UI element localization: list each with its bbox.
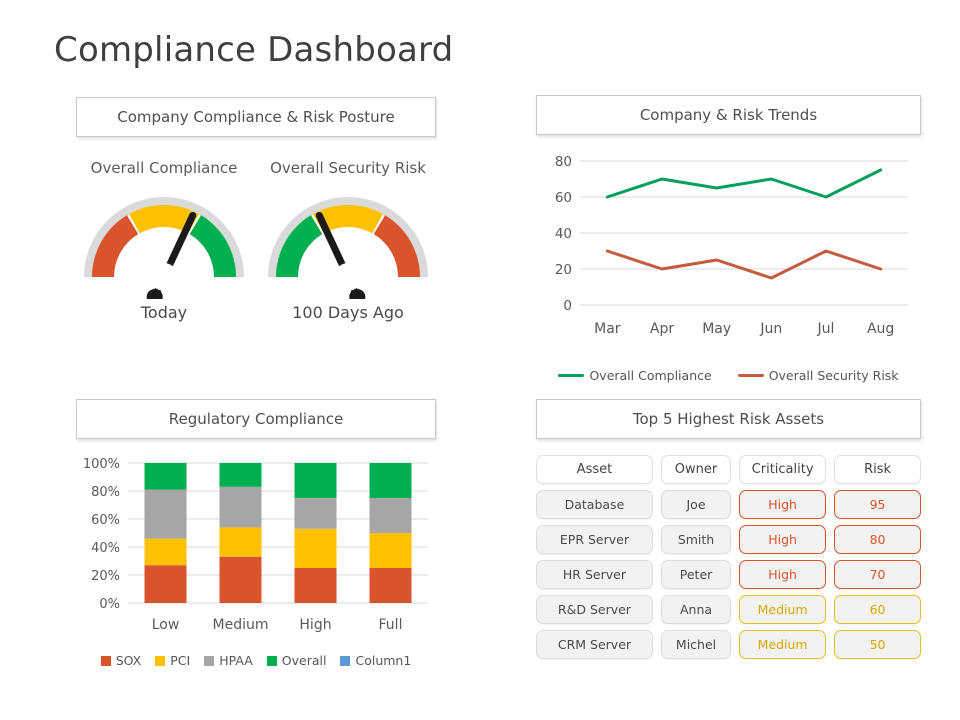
line-chart-legend: Overall Compliance Overall Security Risk	[536, 368, 921, 383]
legend-swatch	[155, 655, 166, 666]
svg-text:Medium: Medium	[213, 617, 269, 633]
legend-item: HPAA	[204, 653, 253, 668]
svg-text:60%: 60%	[91, 513, 120, 528]
panel-top-risk-assets: Top 5 Highest Risk Assets Asset Owner Crit…	[536, 399, 921, 659]
cell-risk[interactable]: 95	[834, 490, 921, 519]
cell-owner[interactable]: Peter	[660, 560, 732, 589]
legend-swatch	[204, 655, 215, 666]
legend-item: Overall	[266, 653, 327, 668]
gauge-dial	[268, 197, 428, 299]
cell-owner[interactable]: Michel	[660, 630, 732, 659]
legend-item: SOX	[100, 653, 142, 668]
risk-assets-table: Asset Owner Criticality Risk Database Joe High…	[536, 455, 921, 659]
table-row[interactable]: HR Server Peter High 70	[536, 560, 921, 589]
cell-asset[interactable]: Database	[536, 490, 653, 519]
svg-text:40%: 40%	[91, 541, 120, 556]
legend-item: PCI	[155, 653, 190, 668]
legend-label: Column1	[355, 653, 412, 668]
bar-chart-wrap: 0% 20% 40% 60% 80% 100% Low Medium High Full SOX P…	[76, 453, 436, 668]
legend-item: Overall Security Risk	[737, 368, 899, 383]
legend-swatch	[737, 374, 764, 377]
cell-criticality[interactable]: High	[739, 525, 827, 554]
svg-text:Apr: Apr	[650, 321, 674, 337]
cell-criticality[interactable]: High	[739, 490, 827, 519]
svg-text:Jul: Jul	[817, 321, 835, 337]
cell-risk[interactable]: 60	[834, 595, 921, 624]
cell-criticality[interactable]: Medium	[739, 630, 827, 659]
panel-regulatory-compliance: Regulatory Compliance 0% 20% 40% 60% 80% 100%…	[76, 399, 436, 668]
page-title: Compliance Dashboard	[54, 30, 454, 70]
table-column-header[interactable]: Criticality	[739, 455, 827, 484]
svg-text:100%: 100%	[83, 457, 120, 472]
table-header-row: Asset Owner Criticality Risk	[536, 455, 921, 484]
legend-label: Overall Security Risk	[768, 368, 899, 383]
svg-text:60: 60	[555, 190, 572, 206]
legend-label: SOX	[115, 653, 142, 668]
cell-asset[interactable]: HR Server	[536, 560, 653, 589]
svg-text:80: 80	[555, 154, 572, 170]
table-column-header[interactable]: Asset	[536, 455, 653, 484]
legend-item: Overall Compliance	[558, 368, 712, 383]
svg-text:40: 40	[555, 226, 572, 242]
svg-text:Aug: Aug	[867, 321, 894, 337]
bar-chart-legend: SOX PCI HPAA Overall Column1	[76, 653, 436, 668]
cell-owner[interactable]: Anna	[660, 595, 732, 624]
cell-risk[interactable]: 50	[834, 630, 921, 659]
legend-label: HPAA	[219, 653, 253, 668]
svg-text:Full: Full	[379, 617, 403, 633]
panel-compliance-risk-posture: Company Compliance & Risk Posture Overal…	[76, 97, 436, 322]
legend-swatch	[100, 655, 111, 666]
legend-swatch	[340, 655, 351, 666]
cell-asset[interactable]: R&D Server	[536, 595, 653, 624]
gauge-title: Overall Security Risk	[270, 159, 426, 177]
stacked-bar-chart: 0% 20% 40% 60% 80% 100% Low Medium High Full	[83, 457, 428, 633]
panel-header-assets: Top 5 Highest Risk Assets	[536, 399, 921, 439]
svg-text:0: 0	[563, 298, 572, 314]
gauge-footer: 100 Days Ago	[292, 303, 404, 322]
svg-text:80%: 80%	[91, 485, 120, 500]
svg-text:0%: 0%	[99, 597, 120, 612]
legend-label: PCI	[170, 653, 191, 668]
svg-text:20%: 20%	[91, 569, 120, 584]
table-row[interactable]: R&D Server Anna Medium 60	[536, 595, 921, 624]
svg-text:High: High	[299, 617, 331, 633]
table-row[interactable]: EPR Server Smith High 80	[536, 525, 921, 554]
cell-risk[interactable]: 80	[834, 525, 921, 554]
table-column-header[interactable]: Owner	[660, 455, 732, 484]
cell-criticality[interactable]: Medium	[739, 595, 827, 624]
gauge-overall-compliance: Overall Compliance Today	[80, 159, 248, 322]
table-row[interactable]: Database Joe High 95	[536, 490, 921, 519]
line-chart-wrap: 0 20 40 60 80 Mar Apr May Jun Jul Aug Overall Comp…	[536, 147, 921, 383]
cell-owner[interactable]: Smith	[660, 525, 732, 554]
cell-asset[interactable]: EPR Server	[536, 525, 653, 554]
gauge-title: Overall Compliance	[90, 159, 238, 177]
panel-header-regulatory: Regulatory Compliance	[76, 399, 436, 439]
line-chart: 0 20 40 60 80 Mar Apr May Jun Jul Aug	[555, 154, 908, 337]
gauge-row: Overall Compliance Today Overall Securit…	[76, 159, 436, 322]
legend-label: Overall Compliance	[589, 368, 712, 383]
svg-text:Low: Low	[152, 617, 180, 633]
gauge-footer: Today	[140, 303, 188, 322]
table-column-header[interactable]: Risk	[834, 455, 921, 484]
legend-label: Overall	[281, 653, 327, 668]
cell-criticality[interactable]: High	[739, 560, 827, 589]
panel-header-posture: Company Compliance & Risk Posture	[76, 97, 436, 137]
svg-text:Jun: Jun	[759, 321, 782, 337]
panel-company-risk-trends: Company & Risk Trends 0 20 40 60 80 Mar Apr May…	[536, 95, 921, 383]
svg-text:May: May	[702, 321, 731, 337]
cell-owner[interactable]: Joe	[660, 490, 732, 519]
svg-text:20: 20	[555, 262, 572, 278]
panel-header-trends: Company & Risk Trends	[536, 95, 921, 135]
gauge-overall-security-risk: Overall Security Risk 100 Days Ago	[264, 159, 432, 322]
cell-risk[interactable]: 70	[834, 560, 921, 589]
legend-swatch	[558, 374, 585, 377]
legend-swatch	[266, 655, 277, 666]
table-row[interactable]: CRM Server Michel Medium 50	[536, 630, 921, 659]
legend-item: Column1	[340, 653, 411, 668]
svg-text:Mar: Mar	[594, 321, 621, 337]
cell-asset[interactable]: CRM Server	[536, 630, 653, 659]
gauge-dial	[84, 197, 244, 299]
